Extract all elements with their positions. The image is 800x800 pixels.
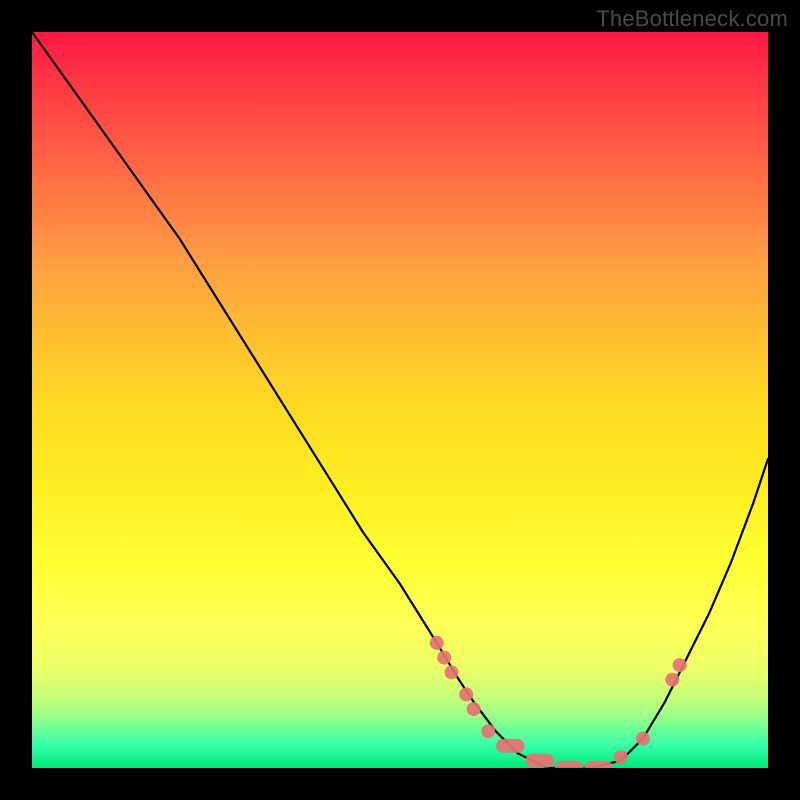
chart-svg	[32, 32, 768, 768]
chart-plot-area	[32, 32, 768, 768]
data-markers	[430, 636, 687, 768]
curve-line	[32, 32, 768, 768]
watermark-text: TheBottleneck.com	[596, 6, 788, 32]
